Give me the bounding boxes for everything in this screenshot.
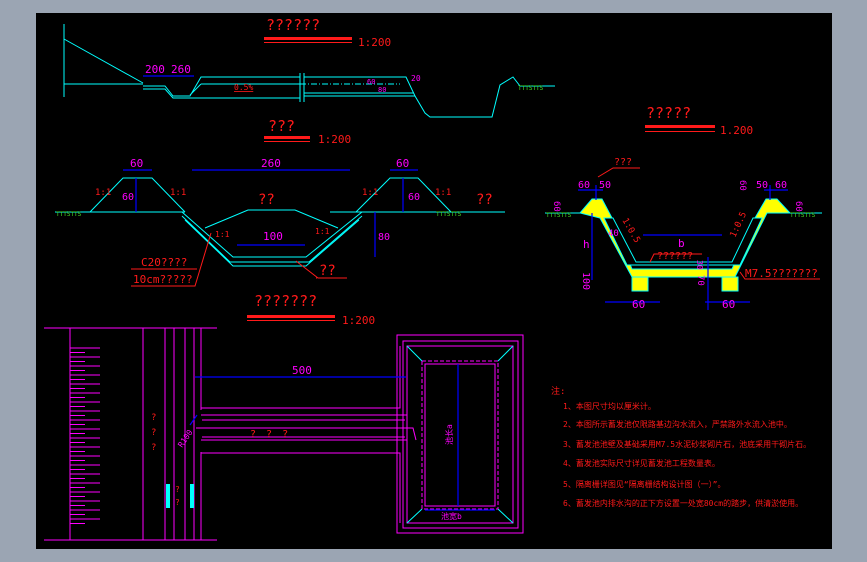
pool-width-label: 池宽b xyxy=(441,511,462,521)
dim-20: 20 xyxy=(411,74,421,83)
dim-200: 200 xyxy=(145,63,165,76)
note-item: 2、本图所示蓄发池仅限路基边沟水流入，严禁路外水流入池中。 xyxy=(563,419,792,429)
ground-hatch: TTTSTTS xyxy=(546,212,572,219)
title-underline xyxy=(645,125,715,128)
thickness-label: 10cm????? xyxy=(133,273,193,286)
profile-title: ?????? xyxy=(266,16,320,34)
dim-260: 260 xyxy=(261,157,281,170)
dim: 60 xyxy=(793,201,803,212)
section-scale: 1:200 xyxy=(318,133,351,146)
drawing-canvas[interactable]: ?????? 1:200 200 260 0.5% 60 80 20 TTTST… xyxy=(0,0,867,562)
note-item: 5、隔离栅详图见“隔离栅结构设计图（一）”。 xyxy=(563,479,725,489)
dim: 60 xyxy=(737,180,747,191)
right-label: ?? xyxy=(476,192,493,208)
note-item: 3、蓄发池池壁及基础采用M7.5水泥砂浆砌片石，池底采用干砌片石。 xyxy=(563,439,811,449)
dim-height-right: 60 xyxy=(408,192,420,203)
thickness: 40 xyxy=(608,229,619,239)
title-underline xyxy=(264,141,310,142)
road-label: ? xyxy=(151,443,156,453)
channel-label: ? ? ? xyxy=(250,429,290,440)
pool-section-title: ????? xyxy=(646,104,691,122)
note-item: 6、蓄发池内排水沟的正下方设置一处宽80cm的踏步，供清淤使用。 xyxy=(563,498,803,508)
depth-h: h xyxy=(583,238,590,251)
dim-80: 80 xyxy=(378,86,386,94)
road-label: ? xyxy=(151,428,156,438)
step-marker xyxy=(166,484,170,508)
ground-hatch: TTTSTTS xyxy=(436,211,462,218)
road-label: ? xyxy=(151,413,156,423)
leader-top-label: ??? xyxy=(614,157,632,168)
dim-70: 70 xyxy=(695,275,705,286)
small-label: ? xyxy=(175,485,180,494)
bottom-label: ?? xyxy=(319,263,336,279)
dim-60: 60 xyxy=(367,78,375,86)
title-underline xyxy=(645,131,715,132)
step-marker xyxy=(190,484,194,508)
notes-heading: 注: xyxy=(551,385,565,397)
dim-height-left: 60 xyxy=(122,192,134,203)
pool-section-scale: 1.200 xyxy=(720,124,753,137)
dim-260: 260 xyxy=(171,63,191,76)
title-underline xyxy=(264,136,310,139)
title-underline xyxy=(264,37,352,40)
dim: 60 xyxy=(551,201,561,212)
small-label: ? xyxy=(175,498,180,507)
ground-hatch: TTTSTTS xyxy=(790,212,816,219)
dim-top-right: 60 xyxy=(396,157,409,170)
dim: 50 xyxy=(756,180,768,191)
foot-right xyxy=(721,276,739,292)
title-underline xyxy=(247,315,335,318)
dim: 60 xyxy=(775,180,787,191)
title-underline xyxy=(247,320,335,321)
plan-scale: 1:200 xyxy=(342,314,375,327)
slope-label: 1:1 xyxy=(95,188,111,198)
profile-scale: 1:200 xyxy=(358,36,391,49)
material-label: M7.5??????? xyxy=(745,267,818,280)
section-title: ??? xyxy=(268,117,295,135)
foot-left-dim: 60 xyxy=(632,298,645,311)
slope-label: 1:1 xyxy=(215,230,230,239)
plan-title: ??????? xyxy=(254,292,317,310)
note-item: 4、蓄发池实际尺寸详见蓄发池工程数量表。 xyxy=(563,458,720,468)
dim: 60 xyxy=(578,180,590,191)
foot-left xyxy=(631,276,649,292)
dim-30: 30 xyxy=(695,260,704,270)
dim-100: 100 xyxy=(580,272,591,290)
slope-label: 1:1 xyxy=(435,188,451,198)
center-label: ?? xyxy=(258,192,275,208)
bottom-label: ?????? xyxy=(657,251,693,262)
pool-length-label: 池长a xyxy=(444,424,454,445)
ground-hatch: TTTSTTS xyxy=(518,85,544,92)
ground-hatch: TTTSTTS xyxy=(56,211,82,218)
dim-100: 100 xyxy=(263,230,283,243)
title-underline xyxy=(264,42,352,43)
note-item: 1、本图尺寸均以厘米计。 xyxy=(563,401,656,411)
foot-right-dim: 60 xyxy=(722,298,735,311)
lining-label: C20???? xyxy=(141,256,187,269)
dim-500: 500 xyxy=(292,364,312,377)
slope-label: 1:1 xyxy=(170,188,186,198)
dim: 50 xyxy=(599,180,611,191)
slope-label: 0.5% xyxy=(234,83,253,92)
slope-label: 1:1 xyxy=(315,227,330,236)
dim-80: 80 xyxy=(378,232,390,243)
width-b: b xyxy=(678,237,685,250)
cad-window: ?????? 1:200 200 260 0.5% 60 80 20 TTTST… xyxy=(0,0,867,562)
slope-label: 1:1 xyxy=(362,188,378,198)
dim-top-left: 60 xyxy=(130,157,143,170)
